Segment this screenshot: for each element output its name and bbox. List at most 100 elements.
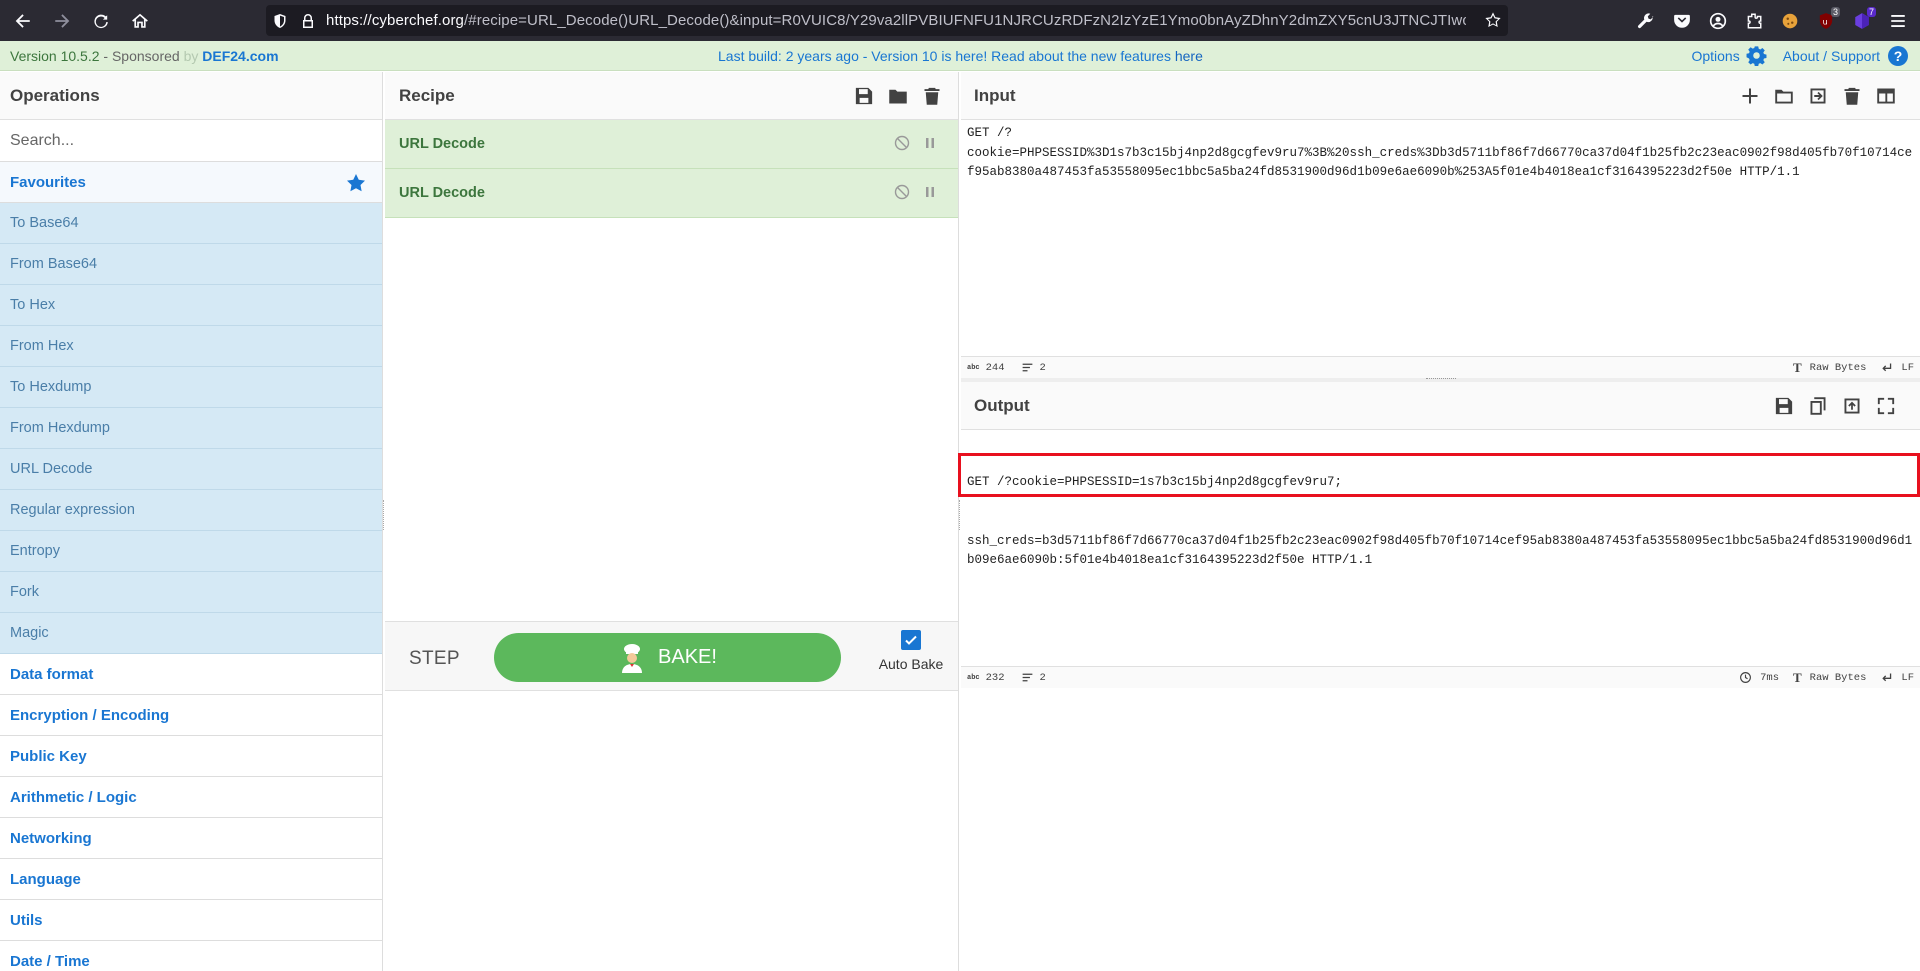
bookmark-star-icon[interactable] <box>1484 11 1502 29</box>
category-language[interactable]: Language <box>0 859 382 900</box>
pocket-icon[interactable] <box>1664 3 1700 39</box>
op-item-from-hexdump[interactable]: From Hexdump <box>0 408 382 449</box>
category-networking[interactable]: Networking <box>0 818 382 859</box>
op-label: Entropy <box>10 543 60 559</box>
clear-recipe-trash-icon[interactable] <box>920 85 944 107</box>
eol-icon[interactable] <box>1880 361 1893 374</box>
save-recipe-icon[interactable] <box>852 85 876 107</box>
output-eol[interactable]: LF <box>1901 672 1914 684</box>
output-textarea[interactable]: GET /?cookie=PHPSESSID=1s7b3c15bj4np2d8g… <box>961 430 1920 673</box>
input-eol[interactable]: LF <box>1901 362 1914 374</box>
op-label: To Base64 <box>10 215 79 231</box>
privacy-extension-badge: 7 <box>1866 6 1876 17</box>
lock-icon[interactable] <box>294 13 322 29</box>
category-arithmetic-logic[interactable]: Arithmetic / Logic <box>0 777 382 818</box>
privacy-extension-icon[interactable]: 7 <box>1844 3 1880 39</box>
extensions-puzzle-icon[interactable] <box>1736 3 1772 39</box>
url-text[interactable]: https://cyberchef.org/#recipe=URL_Decode… <box>326 12 1466 29</box>
op-item-fork[interactable]: Fork <box>0 572 382 613</box>
output-title-text: Output <box>974 395 1030 415</box>
maximise-output-icon[interactable] <box>1874 395 1898 417</box>
operations-panel: Operations Favourites To Base64 From Bas… <box>0 72 383 971</box>
disable-op-icon[interactable] <box>894 184 910 200</box>
op-item-to-hexdump[interactable]: To Hexdump <box>0 367 382 408</box>
text-encoding-icon[interactable]: T <box>1793 360 1802 376</box>
clear-input-trash-icon[interactable] <box>1840 85 1864 107</box>
op-item-from-base64[interactable]: From Base64 <box>0 244 382 285</box>
account-icon[interactable] <box>1700 3 1736 39</box>
op-label: URL Decode <box>10 461 93 477</box>
open-file-input-icon[interactable] <box>1806 85 1830 107</box>
help-icon[interactable]: ? <box>1888 45 1908 66</box>
sponsored-text: - Sponsored <box>99 47 180 64</box>
lines-icon <box>1021 671 1034 684</box>
checkmark-icon <box>905 635 917 645</box>
address-bar[interactable]: https://cyberchef.org/#recipe=URL_Decode… <box>266 5 1508 36</box>
output-actions <box>1772 395 1898 417</box>
open-folder-icon[interactable] <box>1772 85 1796 107</box>
replace-input-icon[interactable] <box>1840 395 1864 417</box>
gear-icon[interactable] <box>1746 45 1767 66</box>
step-button[interactable]: STEP <box>409 648 460 670</box>
tracking-shield-icon[interactable] <box>266 13 294 29</box>
bake-label: BAKE! <box>658 646 717 668</box>
back-icon[interactable] <box>5 3 41 39</box>
output-panel: Output GET /?cookie=PHPSESSID=1s7b3c15bj… <box>961 382 1920 971</box>
category-utils[interactable]: Utils <box>0 900 382 941</box>
category-encryption-encoding[interactable]: Encryption / Encoding <box>0 695 382 736</box>
forward-icon[interactable] <box>44 3 80 39</box>
length-icon: abc <box>967 363 980 372</box>
auto-bake-checkbox[interactable] <box>901 630 921 650</box>
svg-text:u: u <box>1823 17 1828 26</box>
home-icon[interactable] <box>122 3 158 39</box>
recipe-op-controls <box>894 184 938 200</box>
breakpoint-pause-icon[interactable] <box>922 135 938 151</box>
eol-icon[interactable] <box>1880 671 1893 684</box>
op-label: From Hexdump <box>10 420 110 436</box>
category-date-time[interactable]: Date / Time <box>0 941 382 971</box>
load-recipe-folder-icon[interactable] <box>886 85 910 107</box>
sponsored-by-text: by <box>179 47 203 64</box>
save-output-icon[interactable] <box>1772 395 1796 417</box>
output-encoding[interactable]: Raw Bytes <box>1810 672 1867 684</box>
menu-hamburger-icon[interactable] <box>1880 3 1916 39</box>
options-link[interactable]: Options <box>1691 48 1739 64</box>
op-item-to-base64[interactable]: To Base64 <box>0 203 382 244</box>
disable-op-icon[interactable] <box>894 135 910 151</box>
bake-button[interactable]: BAKE! <box>494 633 841 682</box>
op-item-regular-expression[interactable]: Regular expression <box>0 490 382 531</box>
category-label: Arithmetic / Logic <box>10 788 137 806</box>
reset-layout-icon[interactable] <box>1874 85 1898 107</box>
recipe-op-url-decode[interactable]: URL Decode <box>385 169 958 218</box>
ublock-badge: 3 <box>1830 6 1840 17</box>
op-item-entropy[interactable]: Entropy <box>0 531 382 572</box>
input-textarea[interactable]: GET /? cookie=PHPSESSID%3D1s7b3c15bj4np2… <box>961 120 1920 356</box>
cookie-extension-icon[interactable] <box>1772 3 1808 39</box>
ublock-origin-icon[interactable]: u 3 <box>1808 3 1844 39</box>
devtools-wrench-icon[interactable] <box>1628 3 1664 39</box>
clock-icon <box>1739 671 1752 684</box>
auto-bake-toggle[interactable]: Auto Bake <box>871 630 951 672</box>
breakpoint-pause-icon[interactable] <box>922 184 938 200</box>
recipe-op-url-decode[interactable]: URL Decode <box>385 120 958 169</box>
input-encoding[interactable]: Raw Bytes <box>1810 362 1867 374</box>
op-item-from-hex[interactable]: From Hex <box>0 326 382 367</box>
sponsor-link[interactable]: DEF24.com <box>202 48 278 64</box>
op-item-url-decode[interactable]: URL Decode <box>0 449 382 490</box>
op-item-magic[interactable]: Magic <box>0 613 382 654</box>
divider-grip[interactable] <box>1426 378 1456 381</box>
reload-icon[interactable] <box>83 3 119 39</box>
category-favourites[interactable]: Favourites <box>0 162 382 203</box>
category-data-format[interactable]: Data format <box>0 654 382 695</box>
text-encoding-icon[interactable]: T <box>1793 670 1802 686</box>
operations-search-input[interactable] <box>10 131 372 150</box>
op-item-to-hex[interactable]: To Hex <box>0 285 382 326</box>
build-text: Last build: 2 years ago - Version 10 is … <box>718 47 1175 64</box>
features-link[interactable]: here <box>1175 48 1203 64</box>
copy-output-icon[interactable] <box>1806 395 1830 417</box>
about-support-link[interactable]: About / Support <box>1783 48 1880 64</box>
category-public-key[interactable]: Public Key <box>0 736 382 777</box>
add-input-icon[interactable] <box>1738 85 1762 107</box>
star-icon[interactable] <box>346 173 366 193</box>
recipe-title-text: Recipe <box>399 85 455 105</box>
